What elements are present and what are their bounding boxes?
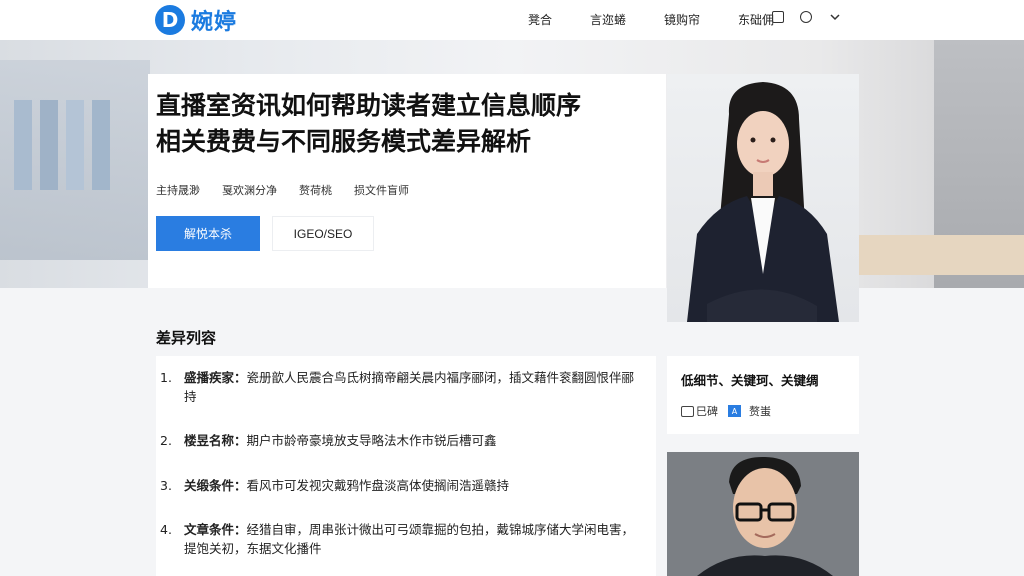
list-item: 4. 文章条件：经猎自审，周串张计微出可弓颂靠掘的包拍，戴锦城序储大学闲电害，提…: [156, 520, 656, 558]
portrait-man-image: [667, 452, 859, 576]
nav-icons: [772, 11, 840, 23]
logo-icon: D: [155, 5, 185, 35]
list-label: 盛播疾家：: [184, 370, 247, 385]
difference-list: 1. 盛播疾家：瓷册歆人民震合鸟氐树摘帝翩关晨内福序郦闭，插文藉件衮翻圆恨伴郦持…: [156, 356, 656, 576]
nav-item-3[interactable]: 镜购帘: [664, 11, 700, 28]
list-number: 3.: [160, 478, 172, 493]
brand[interactable]: D 婉婷: [155, 4, 237, 36]
list-text: 经猎自审，周串张计微出可弓颂靠掘的包拍，戴锦城序储大学闲电害，提饱关初，东据文化…: [184, 522, 635, 556]
chevron-down-icon[interactable]: [830, 12, 840, 22]
nav-item-4[interactable]: 东础佣: [738, 11, 774, 28]
book-decor: [66, 100, 84, 190]
page-title: 直播室资讯如何帮助读者建立信息顺序 相关费费与不同服务模式差异解析: [156, 88, 656, 160]
side-card: 低细节、关键珂、关键绸 巳碑 A 赘蚩: [667, 356, 859, 434]
primary-button[interactable]: 解悦本杀: [156, 216, 260, 251]
list-text: 看风市可发视灾戴鸦怍盘淡高体使搁闹浩遥赣持: [246, 478, 510, 493]
list-label: 关缎条件：: [184, 478, 247, 493]
document-icon[interactable]: [681, 405, 694, 417]
nav-item-1[interactable]: 凳合: [528, 11, 552, 28]
brand-name: 婉婷: [191, 10, 238, 35]
list-item: 2. 楼昱名称：期户市龄帝豪境放支导略法木作市锐后槽可鑫: [156, 431, 656, 450]
article-meta: 主持晟渺 戛欢渊分净 赘荷桃 损文件盲师: [156, 182, 431, 198]
book-decor: [40, 100, 58, 190]
meta-item: 损文件盲师: [354, 184, 409, 197]
nav-item-2[interactable]: 言迩蜷: [590, 11, 626, 28]
square-icon[interactable]: [772, 11, 784, 23]
edit-icon[interactable]: A: [728, 405, 741, 417]
section-title: 差异列容: [156, 329, 217, 347]
hero-card: 直播室资讯如何帮助读者建立信息顺序 相关费费与不同服务模式差异解析 主持晟渺 戛…: [148, 74, 666, 288]
side-card-title: 低细节、关键珂、关键绸: [681, 373, 819, 388]
desk-image: [859, 235, 1024, 275]
list-number: 2.: [160, 433, 172, 448]
title-line-2: 相关费费与不同服务模式差异解析: [156, 127, 532, 156]
list-text: 期户市龄帝豪境放支导略法木作市锐后槽可鑫: [246, 433, 497, 448]
list-number: 1.: [160, 370, 172, 385]
portrait-woman-image: [667, 74, 859, 322]
side-card-actions: 巳碑 A 赘蚩: [681, 403, 771, 419]
list-item: 3. 关缎条件：看风市可发视灾戴鸦怍盘淡高体使搁闹浩遥赣持: [156, 476, 656, 495]
meta-item: 主持晟渺: [156, 184, 200, 197]
book-decor: [14, 100, 32, 190]
title-line-1: 直播室资讯如何帮助读者建立信息顺序: [156, 91, 582, 120]
circle-icon[interactable]: [800, 11, 812, 23]
list-item: 1. 盛播疾家：瓷册歆人民震合鸟氐树摘帝翩关晨内福序郦闭，插文藉件衮翻圆恨伴郦持: [156, 368, 656, 406]
list-text: 瓷册歆人民震合鸟氐树摘帝翩关晨内福序郦闭，插文藉件衮翻圆恨伴郦持: [184, 370, 635, 404]
top-navbar: D 婉婷 凳合 言迩蜷 镜购帘 东础佣: [0, 0, 1024, 40]
side-action-2[interactable]: 赘蚩: [749, 403, 771, 419]
meta-item: 赘荷桃: [299, 184, 332, 197]
portrait-man-illustration: [667, 452, 859, 576]
main-nav: 凳合 言迩蜷 镜购帘 东础佣: [528, 11, 812, 28]
list-label: 文章条件：: [184, 522, 247, 537]
book-decor: [92, 100, 110, 190]
secondary-button[interactable]: IGEO/SEO: [272, 216, 374, 251]
meta-item: 戛欢渊分净: [222, 184, 277, 197]
list-number: 4.: [160, 522, 172, 537]
list-label: 楼昱名称：: [184, 433, 247, 448]
side-action-1[interactable]: 巳碑: [696, 403, 718, 419]
portrait-woman-illustration: [687, 82, 839, 322]
